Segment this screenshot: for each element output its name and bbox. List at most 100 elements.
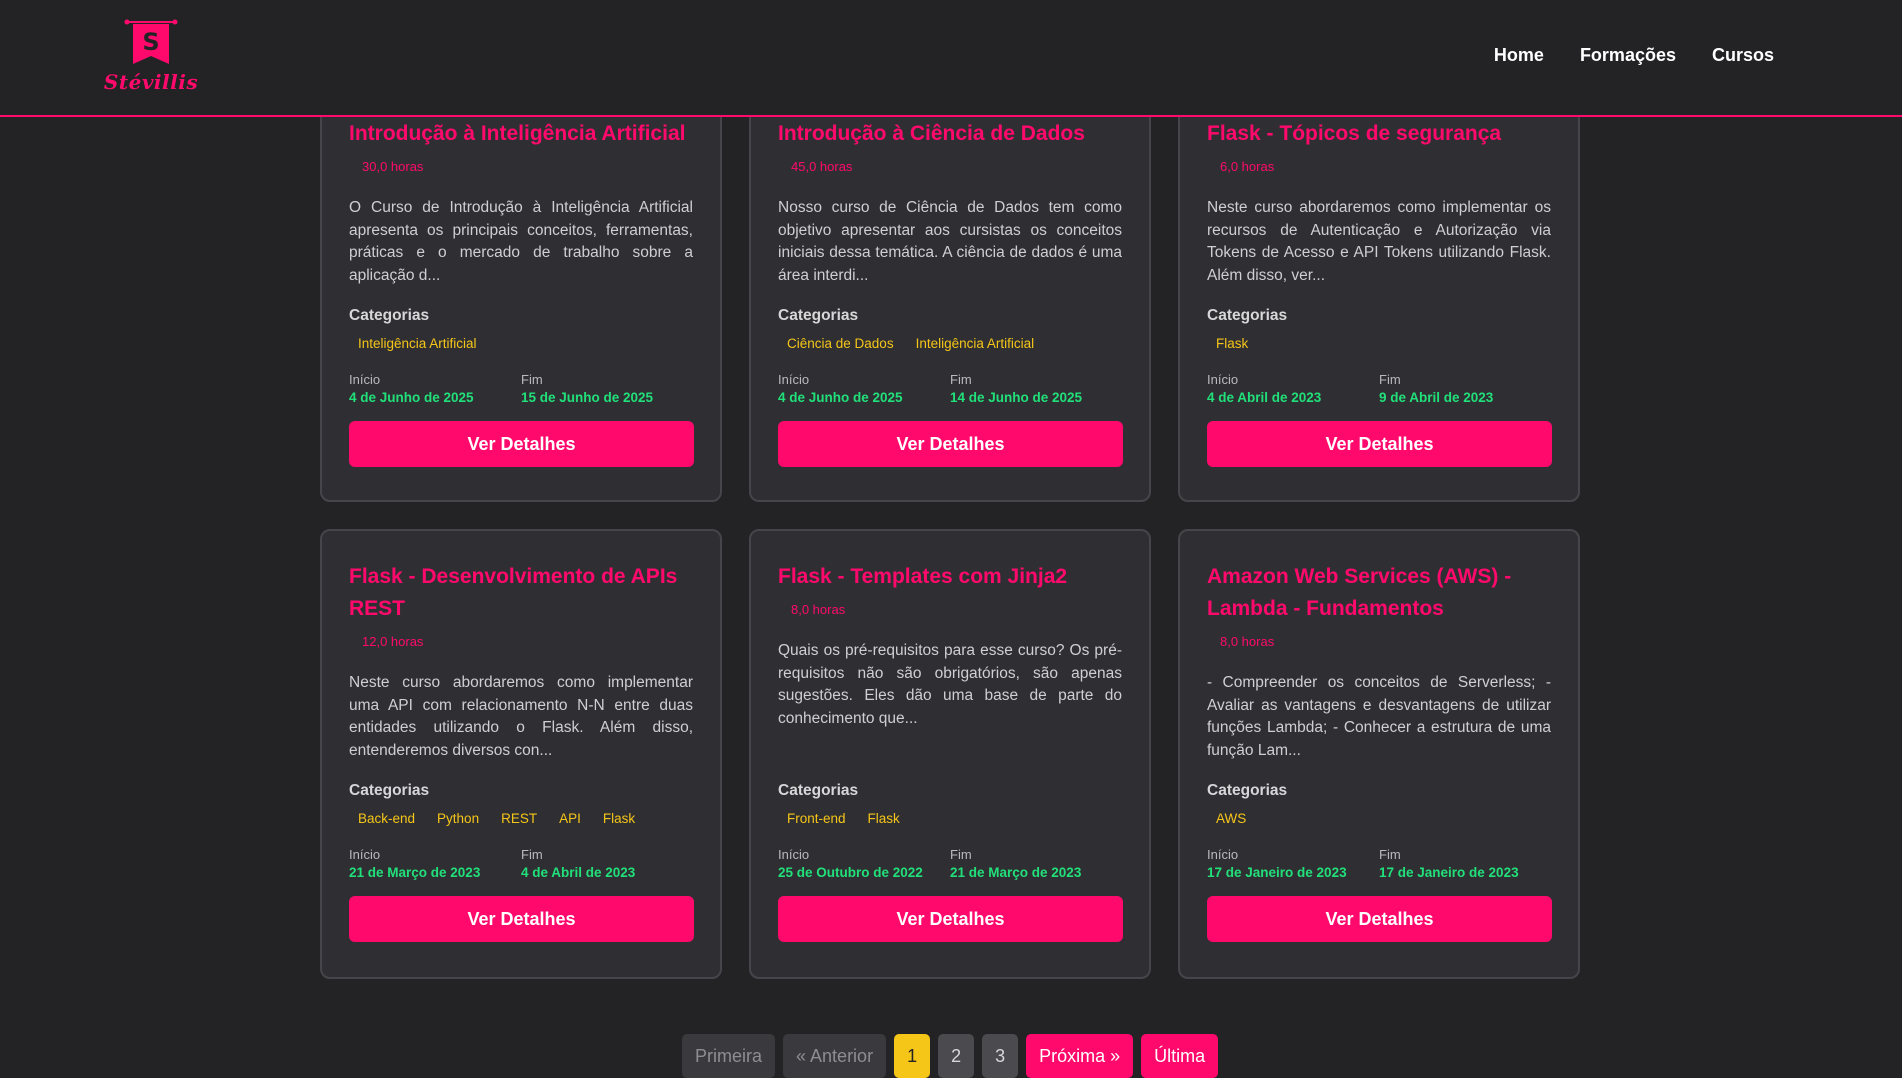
details-button[interactable]: Ver Detalhes — [349, 421, 694, 467]
logo-letter: S — [142, 28, 159, 56]
end-date: 9 de Abril de 2023 — [1379, 390, 1494, 405]
category-tag[interactable]: Flask — [603, 811, 635, 831]
start-date: 4 de Abril de 2023 — [1207, 390, 1322, 405]
course-card: Flask - Desenvolvimento de APIs REST 12,… — [320, 529, 722, 979]
category-tag[interactable]: AWS — [1216, 811, 1246, 831]
category-tag[interactable]: Inteligência Artificial — [916, 336, 1035, 356]
start-date: 25 de Outubro de 2022 — [778, 865, 923, 880]
end-date: 17 de Janeiro de 2023 — [1379, 865, 1519, 880]
course-hours: 30,0 horas — [362, 159, 424, 174]
course-hours: 6,0 horas — [1220, 159, 1275, 174]
course-grid: Introdução à Inteligência Artificial 30,… — [320, 0, 1580, 980]
logo[interactable]: S Stévillis — [104, 18, 198, 98]
category-tags: Front-end Flask — [778, 811, 1122, 831]
course-hours: 12,0 horas — [362, 634, 424, 649]
course-description: Neste curso abordaremos como implementar… — [349, 674, 693, 759]
end-label: Fim — [950, 847, 972, 862]
main-nav: Home Formações Cursos — [1494, 45, 1774, 66]
start-date: 17 de Janeiro de 2023 — [1207, 865, 1347, 880]
category-tags: Back-end Python REST API Flask — [349, 811, 693, 831]
course-dates: Início 17 de Janeiro de 2023 Fim 17 de Jan… — [1207, 847, 1551, 880]
course-title[interactable]: Introdução à Ciência de Dados — [778, 118, 1122, 150]
course-title[interactable]: Flask - Templates com Jinja2 — [778, 561, 1122, 593]
details-button[interactable]: Ver Detalhes — [778, 896, 1123, 942]
category-tag[interactable]: API — [559, 811, 581, 831]
category-tag[interactable]: Python — [437, 811, 479, 831]
end-label: Fim — [950, 372, 972, 387]
details-button[interactable]: Ver Detalhes — [1207, 896, 1552, 942]
start-date: 4 de Junho de 2025 — [778, 390, 903, 405]
details-button[interactable]: Ver Detalhes — [1207, 421, 1552, 467]
category-tag[interactable]: Inteligência Artificial — [358, 336, 477, 356]
categories-label: Categorias — [778, 782, 859, 799]
course-description: Neste curso abordaremos como implementar… — [1207, 199, 1551, 284]
category-tags: Flask — [1207, 336, 1551, 356]
page-2-button[interactable]: 2 — [938, 1034, 975, 1078]
details-button[interactable]: Ver Detalhes — [349, 896, 694, 942]
start-label: Início — [778, 847, 810, 862]
logo-flag-icon: S — [124, 19, 178, 64]
nav-formacoes[interactable]: Formações — [1580, 45, 1676, 66]
end-date: 15 de Junho de 2025 — [521, 390, 654, 405]
details-button[interactable]: Ver Detalhes — [778, 421, 1123, 467]
course-title[interactable]: Amazon Web Services (AWS) - Lambda - Fun… — [1207, 561, 1551, 625]
page-3-button[interactable]: 3 — [982, 1034, 1019, 1078]
category-tag[interactable]: Back-end — [358, 811, 415, 831]
course-card: Flask - Tópicos de segurança 6,0 horas N… — [1178, 80, 1580, 502]
course-title[interactable]: Flask - Tópicos de segurança — [1207, 118, 1551, 150]
category-tag[interactable]: REST — [501, 811, 537, 831]
first-page-button: Primeira — [682, 1034, 776, 1078]
next-page-button[interactable]: Próxima » — [1026, 1034, 1134, 1078]
site-header: S Stévillis Home Formações Cursos — [0, 0, 1902, 117]
course-dates: Início 21 de Março de 2023 Fim 4 de Abril … — [349, 847, 693, 880]
logo-text: Stévillis — [103, 70, 199, 94]
course-card: Introdução à Inteligência Artificial 30,… — [320, 80, 722, 502]
course-card: Amazon Web Services (AWS) - Lambda - Fun… — [1178, 529, 1580, 979]
category-tag[interactable]: Ciência de Dados — [787, 336, 894, 356]
nav-home[interactable]: Home — [1494, 45, 1544, 66]
end-date: 14 de Junho de 2025 — [950, 390, 1083, 405]
end-label: Fim — [1379, 847, 1401, 862]
last-page-button[interactable]: Última — [1141, 1034, 1219, 1078]
course-description: Nosso curso de Ciência de Dados tem como… — [778, 199, 1122, 284]
category-tags: Inteligência Artificial — [349, 336, 693, 356]
categories-label: Categorias — [1207, 782, 1288, 799]
course-dates: Início 4 de Junho de 2025 Fim 14 de Junho … — [778, 372, 1122, 405]
category-tags: AWS — [1207, 811, 1551, 831]
course-dates: Início 25 de Outubro de 2022 Fim 21 de Mar… — [778, 847, 1122, 880]
page-1-button[interactable]: 1 — [894, 1034, 931, 1078]
pagination: Primeira « Anterior 1 2 3 Próxima » Últi… — [682, 1034, 1219, 1078]
course-description: Quais os pré-requisitos para esse curso?… — [778, 642, 1122, 727]
start-label: Início — [1207, 847, 1239, 862]
end-label: Fim — [1379, 372, 1401, 387]
course-hours: 45,0 horas — [791, 159, 853, 174]
category-tag[interactable]: Flask — [868, 811, 900, 831]
course-hours: 8,0 horas — [791, 602, 846, 617]
course-description: O Curso de Introdução à Inteligência Art… — [349, 199, 693, 284]
course-card: Introdução à Ciência de Dados 45,0 horas… — [749, 80, 1151, 502]
category-tag[interactable]: Flask — [1216, 336, 1248, 356]
nav-cursos[interactable]: Cursos — [1712, 45, 1774, 66]
course-dates: Início 4 de Abril de 2023 Fim 9 de Abril d… — [1207, 372, 1551, 405]
course-dates: Início 4 de Junho de 2025 Fim 15 de Junho … — [349, 372, 693, 405]
end-label: Fim — [521, 847, 543, 862]
start-label: Início — [1207, 372, 1239, 387]
course-card: Flask - Templates com Jinja2 8,0 horas Q… — [749, 529, 1151, 979]
category-tag[interactable]: Front-end — [787, 811, 846, 831]
start-label: Início — [349, 372, 381, 387]
course-description: - Compreender os conceitos de Serverless… — [1207, 674, 1551, 759]
start-label: Início — [349, 847, 381, 862]
previous-page-button: « Anterior — [783, 1034, 887, 1078]
end-label: Fim — [521, 372, 543, 387]
course-title[interactable]: Flask - Desenvolvimento de APIs REST — [349, 561, 693, 625]
categories-label: Categorias — [349, 782, 430, 799]
start-date: 4 de Junho de 2025 — [349, 390, 474, 405]
start-date: 21 de Março de 2023 — [349, 865, 481, 880]
course-title[interactable]: Introdução à Inteligência Artificial — [349, 118, 693, 150]
categories-label: Categorias — [349, 307, 430, 324]
category-tags: Ciência de Dados Inteligência Artificial — [778, 336, 1122, 356]
end-date: 21 de Março de 2023 — [950, 865, 1082, 880]
categories-label: Categorias — [1207, 307, 1288, 324]
end-date: 4 de Abril de 2023 — [521, 865, 636, 880]
course-hours: 8,0 horas — [1220, 634, 1275, 649]
